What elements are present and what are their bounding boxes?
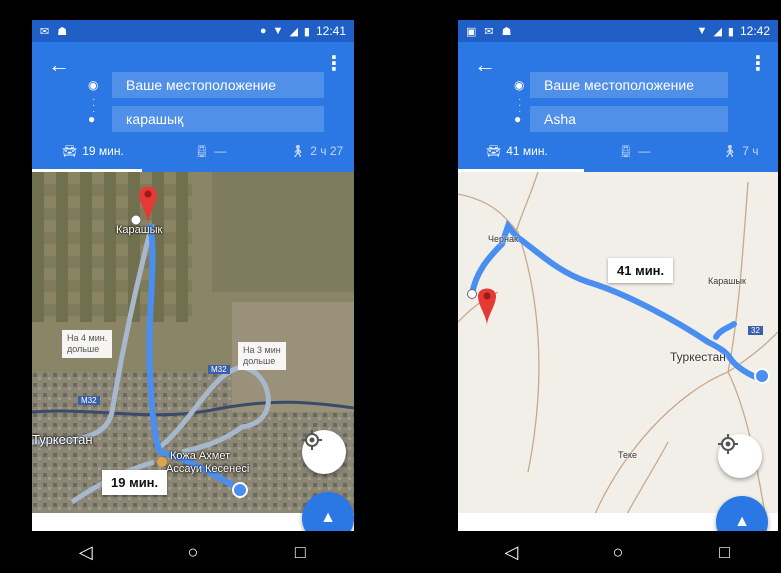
place-label-poi: Кожа Ахмет <box>170 450 231 462</box>
destination-pin-icon: ● <box>88 112 96 126</box>
walk-time: 2 ч 27 <box>310 144 344 158</box>
location-icon: ● <box>259 25 267 37</box>
walk-time: 7 ч <box>742 144 759 158</box>
place-label-karashyk: Карашык <box>708 276 746 286</box>
system-nav-bar: ◁ ○ □ <box>32 531 354 573</box>
tab-drive[interactable]: 🚘︎ 19 мин. <box>62 144 124 158</box>
origin-icon: ◉ <box>88 78 99 92</box>
travel-modes: 🚘︎ 41 мин. 🚆︎ — 🚶︎ 7 ч <box>458 136 778 172</box>
more-vert-icon[interactable]: ⋮ <box>324 54 344 74</box>
walk-icon: 🚶︎ <box>722 144 738 158</box>
destination-field[interactable]: карашық <box>112 106 324 132</box>
nav-home-icon[interactable]: ○ <box>598 542 638 563</box>
status-time: 12:42 <box>739 24 770 38</box>
directions-header: ← ◉ · · · ● Ваше местоположение карашық ⋮ … <box>32 42 354 172</box>
train-icon: 🚆︎ <box>194 144 210 158</box>
destination-field[interactable]: Asha <box>530 106 728 132</box>
transit-time: — <box>638 144 651 158</box>
status-time: 12:41 <box>315 24 346 38</box>
tab-walk[interactable]: 🚶︎ 7 ч <box>722 144 759 158</box>
crosshair-icon <box>718 434 738 454</box>
gmail-icon: ✉ <box>484 25 494 38</box>
car-icon: 🚘︎ <box>62 144 78 158</box>
signal-icon: ◢ <box>289 25 298 38</box>
place-label-teke: Теке <box>618 450 638 460</box>
train-icon: 🚆︎ <box>618 144 634 158</box>
road-shield-32: 32 <box>748 326 763 335</box>
travel-modes: 🚘︎ 19 мин. 🚆︎ — 🚶︎ 2 ч 27 <box>32 136 354 172</box>
tab-transit[interactable]: 🚆︎ — <box>194 144 226 158</box>
origin-icon: ◉ <box>514 78 525 92</box>
map-view[interactable]: Карашык Туркестан Кожа Ахмет Ассауи Кесе… <box>32 172 354 531</box>
car-icon: 🚘︎ <box>486 144 502 158</box>
navigation-arrow-icon: ▲ <box>734 513 750 530</box>
destination-pin-icon: ● <box>514 112 522 126</box>
status-bar: ✉ ☗ ● ▼ ◢ ▮ 12:41 <box>32 20 354 42</box>
road-shield-m32: M32 <box>208 365 230 374</box>
my-location-button[interactable] <box>302 430 346 474</box>
origin-field[interactable]: Ваше местоположение <box>530 72 728 98</box>
place-label-poi-2: Ассауи Кесенесі <box>166 463 250 475</box>
nav-recents-icon[interactable]: □ <box>705 542 745 563</box>
navigation-arrow-icon: ▲ <box>320 509 336 526</box>
screen-right: ▣ ✉ ☗ ▼ ◢ ▮ 12:42 ← ◉ · · · ● Ваше местопо… <box>458 20 778 573</box>
nav-recents-icon[interactable]: □ <box>280 542 320 563</box>
phone-right: ▣ ✉ ☗ ▼ ◢ ▮ 12:42 ← ◉ · · · ● Ваше местопо… <box>440 0 781 573</box>
more-vert-icon[interactable]: ⋮ <box>748 54 768 74</box>
place-label-karashyk: Карашык <box>116 224 163 236</box>
alt1-line1: На 4 мин. <box>67 333 108 343</box>
nav-back-icon[interactable]: ◁ <box>66 542 106 563</box>
alt2-line2: дольше <box>243 356 276 366</box>
status-bar: ▣ ✉ ☗ ▼ ◢ ▮ 12:42 <box>458 20 778 42</box>
place-label-chernak: Чернак <box>488 234 518 244</box>
place-label-city: Туркестан <box>32 432 93 447</box>
route-duration-label[interactable]: 41 мин. <box>608 258 674 283</box>
alt-route-label-2[interactable]: На 3 мин дольше <box>238 342 286 370</box>
wifi-icon: ▼ <box>696 25 708 37</box>
crosshair-icon <box>302 430 322 450</box>
system-nav-bar: ◁ ○ □ <box>458 531 778 573</box>
android-icon: ☗ <box>501 25 512 38</box>
tab-walk[interactable]: 🚶︎ 2 ч 27 <box>290 144 343 158</box>
tab-drive[interactable]: 🚘︎ 41 мин. <box>486 144 548 158</box>
alt-route-label-1[interactable]: На 4 мин. дольше <box>62 330 113 358</box>
map-street <box>458 172 778 531</box>
walk-icon: 🚶︎ <box>290 144 306 158</box>
road-shield-m32-2: M32 <box>78 396 100 405</box>
place-label-city: Туркестан <box>670 350 726 364</box>
drive-time: 41 мин. <box>506 144 548 158</box>
battery-icon: ▮ <box>303 25 310 38</box>
transit-time: — <box>214 144 227 158</box>
map-view[interactable]: Чернак Карашык Туркестан Теке 32 41 мин. <box>458 172 778 531</box>
directions-header: ← ◉ · · · ● Ваше местоположение Asha ⋮ 🚘︎ … <box>458 42 778 172</box>
alt1-line2: дольше <box>67 344 100 354</box>
nav-back-icon[interactable]: ◁ <box>491 542 531 563</box>
route-duration-label[interactable]: 19 мин. <box>102 470 168 495</box>
image-icon: ▣ <box>466 25 477 38</box>
android-icon: ☗ <box>57 25 68 38</box>
gmail-icon: ✉ <box>40 25 50 38</box>
nav-home-icon[interactable]: ○ <box>173 542 213 563</box>
phone-left: ✉ ☗ ● ▼ ◢ ▮ 12:41 ← ◉ · · · ● Ваше местопо… <box>0 0 382 573</box>
battery-icon: ▮ <box>727 25 734 38</box>
back-arrow-icon[interactable]: ← <box>474 54 496 76</box>
screen-left: ✉ ☗ ● ▼ ◢ ▮ 12:41 ← ◉ · · · ● Ваше местопо… <box>32 20 354 573</box>
origin-field[interactable]: Ваше местоположение <box>112 72 324 98</box>
back-arrow-icon[interactable]: ← <box>48 54 70 76</box>
tab-transit[interactable]: 🚆︎ — <box>618 144 650 158</box>
drive-time: 19 мин. <box>82 144 124 158</box>
my-location-button[interactable] <box>718 434 762 478</box>
wifi-icon: ▼ <box>272 25 284 37</box>
signal-icon: ◢ <box>713 25 722 38</box>
alt2-line1: На 3 мин <box>243 345 281 355</box>
